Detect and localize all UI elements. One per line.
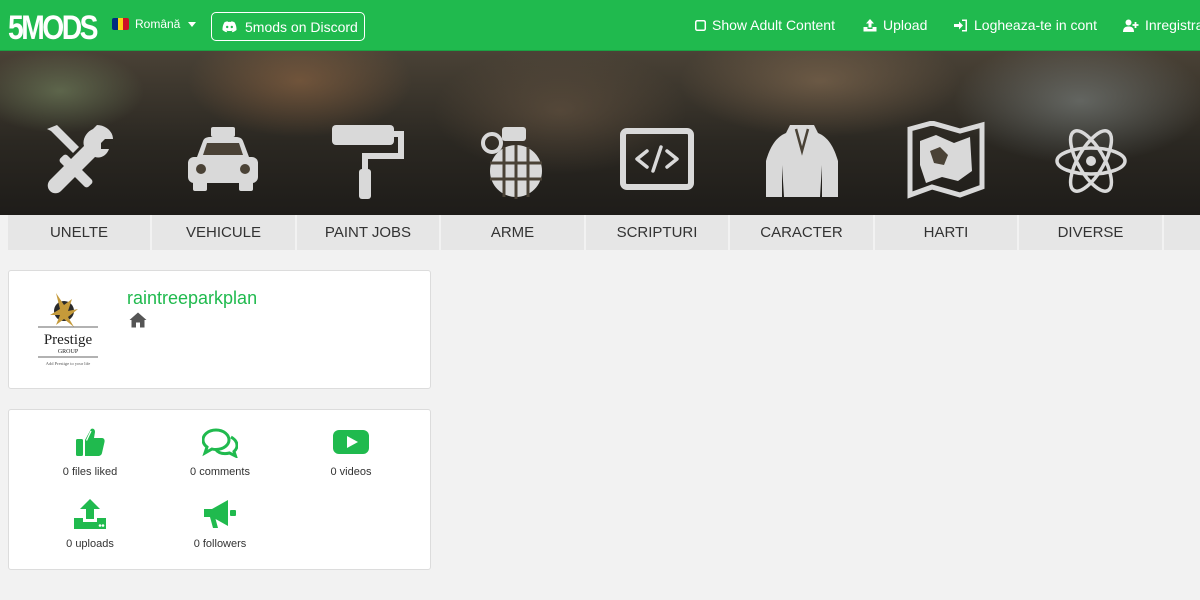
upload-icon [863,18,877,31]
language-selector[interactable]: Română [112,17,197,31]
car-icon[interactable] [183,121,263,201]
category-paint-jobs[interactable]: PAINT JOBS [297,215,439,250]
home-icon[interactable] [129,312,147,328]
profile-username[interactable]: raintreeparkplan [127,288,257,309]
avatar-logo-sub: GROUP [58,349,79,355]
paint-roller-icon[interactable] [328,121,408,201]
login-label: Logheaza-te in cont [974,17,1097,33]
category-misc[interactable]: DIVERSE [1019,215,1162,250]
discord-icon [222,20,237,32]
category-more[interactable] [1164,215,1200,250]
grenade-icon[interactable] [472,121,552,201]
romania-flag-icon [112,18,129,30]
language-label: Română [135,17,181,31]
category-maps[interactable]: HARTI [875,215,1017,250]
upload-link[interactable]: Upload [863,17,927,33]
profile-card: Prestige GROUP Add Prestige to your life… [8,270,431,389]
stat-videos[interactable]: 0 videos [286,426,416,478]
logo-text: 5MODS [8,9,98,44]
stat-comments-label: 0 comments [190,466,250,478]
stat-uploads[interactable]: 0 uploads [25,498,155,550]
category-scripts[interactable]: SCRIPTURI [586,215,728,250]
discord-button[interactable]: 5mods on Discord [211,12,365,41]
checkbox-icon [695,19,706,31]
user-plus-icon [1123,19,1139,32]
category-player[interactable]: CARACTER [730,215,873,250]
comments-icon [202,428,238,458]
stat-videos-label: 0 videos [330,466,372,478]
discord-label: 5mods on Discord [245,18,358,35]
megaphone-icon [204,500,236,528]
category-tools[interactable]: UNELTE [8,215,150,250]
category-weapons[interactable]: ARME [441,215,584,250]
category-banner [0,51,1200,215]
upload-icon [74,499,106,529]
youtube-icon [333,430,369,454]
upload-label: Upload [883,17,928,33]
5mods-logo[interactable]: 5MODS [8,8,98,44]
category-vehicles[interactable]: VEHICULE [152,215,295,250]
sign-in-icon [954,19,967,31]
stat-uploads-label: 0 uploads [66,538,114,550]
map-icon[interactable] [906,121,986,201]
avatar-logo-tagline: Add Prestige to your life [46,361,91,366]
show-adult-label: Show Adult Content [712,17,835,33]
avatar[interactable]: Prestige GROUP Add Prestige to your life [34,289,102,371]
caret-down-icon [188,21,197,27]
stat-comments[interactable]: 0 comments [155,426,285,478]
stat-files-liked-label: 0 files liked [62,466,118,478]
thumbs-up-icon [76,428,105,456]
top-navbar: 5MODS Română 5mods on Discord Show Adult… [0,0,1200,51]
show-adult-content-toggle[interactable]: Show Adult Content [695,17,835,33]
jacket-icon[interactable] [762,121,842,201]
stats-card: 0 files liked 0 comments 0 videos 0 uplo… [8,409,431,570]
code-icon[interactable] [617,121,697,201]
register-label: Inregistrare [1145,17,1200,33]
atom-icon[interactable] [1051,121,1131,201]
stat-files-liked[interactable]: 0 files liked [25,426,155,478]
stat-followers[interactable]: 0 followers [155,498,285,550]
login-link[interactable]: Logheaza-te in cont [954,17,1097,33]
tools-icon[interactable] [39,121,119,201]
register-link[interactable]: Inregistrare [1123,17,1200,33]
stat-followers-label: 0 followers [193,538,247,550]
avatar-logo-name: Prestige [44,332,93,348]
category-nav: UNELTE VEHICULE PAINT JOBS ARME SCRIPTUR… [0,215,1200,250]
